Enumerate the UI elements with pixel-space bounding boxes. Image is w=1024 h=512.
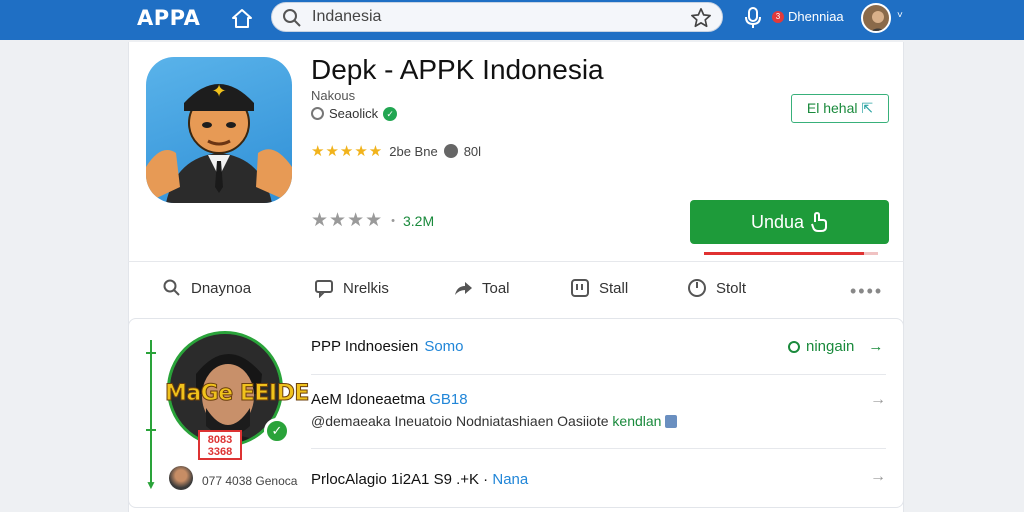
tab-label: Nrelkis bbox=[343, 279, 389, 297]
tab-2[interactable]: Toal bbox=[453, 278, 510, 298]
svg-text:✦: ✦ bbox=[211, 81, 226, 102]
row-2-sub-text: @demaeaka Ineuatoio Nodniatashiaen Oasii… bbox=[311, 413, 609, 429]
row-1-title[interactable]: PPP Indnoesien Somo bbox=[311, 338, 464, 355]
search-input[interactable] bbox=[312, 8, 682, 26]
publisher-icon bbox=[311, 107, 324, 120]
divider bbox=[128, 261, 904, 262]
search-icon bbox=[163, 279, 180, 296]
developer-name[interactable]: Nakous bbox=[311, 88, 355, 103]
tab-4[interactable]: Stolt bbox=[687, 278, 746, 298]
row-1-tag[interactable]: Somo bbox=[424, 338, 463, 355]
install-button[interactable]: Undua bbox=[690, 200, 889, 244]
tab-3[interactable]: Stall bbox=[570, 278, 628, 298]
row-1-action[interactable]: ningain → bbox=[788, 338, 883, 355]
app-store-logo[interactable]: APPA bbox=[137, 6, 200, 30]
star-icon[interactable] bbox=[690, 7, 712, 29]
share-icon bbox=[455, 282, 472, 295]
home-icon[interactable] bbox=[230, 7, 254, 31]
hand-icon bbox=[811, 212, 828, 232]
user-avatar[interactable] bbox=[861, 3, 891, 33]
downloads-count: 3.2M bbox=[403, 212, 435, 229]
row-2-subtitle: @demaeaka Ineuatoio Nodniatashiaen Oasii… bbox=[311, 413, 678, 429]
gold-stars-icon: ★★★★★ bbox=[311, 143, 384, 160]
author-meta: 077 4038 Genoca bbox=[202, 474, 298, 488]
gray-stars-icon: ★★★★ bbox=[311, 210, 384, 231]
mic-icon[interactable] bbox=[745, 6, 761, 30]
row-divider bbox=[311, 374, 886, 375]
author-avatar[interactable] bbox=[169, 466, 193, 490]
stamp-label: 8083 3368 bbox=[198, 430, 242, 460]
search-bar[interactable] bbox=[271, 2, 723, 32]
notification-badge[interactable]: 3 bbox=[772, 11, 784, 23]
row-2-title[interactable]: AeM Idoneaetma GB18 bbox=[311, 391, 468, 408]
top-bar: APPA 3 Dhenniaa ˅ bbox=[0, 0, 1024, 40]
more-icon[interactable]: •••• bbox=[850, 281, 883, 302]
tab-1[interactable]: Nrelkis bbox=[314, 278, 389, 298]
grid-icon bbox=[571, 279, 589, 297]
timeline-tick bbox=[146, 429, 156, 431]
search-icon bbox=[283, 9, 301, 27]
chevron-right-icon[interactable]: → bbox=[870, 391, 886, 409]
tab-label: Dnaynoa bbox=[191, 279, 252, 297]
tab-label: Stall bbox=[599, 279, 629, 297]
clock-icon bbox=[688, 279, 706, 297]
rating-summary: ★★★★★ 2be Bne 80l bbox=[311, 142, 481, 160]
verified-badge-icon: ✓ bbox=[264, 418, 290, 444]
bullet-icon: • bbox=[391, 214, 395, 227]
app-title: Depk - APPK Indonesia bbox=[311, 54, 604, 85]
tab-label: Toal bbox=[482, 279, 510, 297]
timeline-tick bbox=[146, 352, 156, 354]
timeline-arrow-icon: ▼ bbox=[145, 478, 157, 492]
portrait-caption: MaGe EEIDE bbox=[165, 381, 310, 407]
publisher-line: Seaolick ✓ bbox=[311, 106, 398, 121]
publisher-name[interactable]: Seaolick bbox=[329, 106, 378, 121]
timeline-line bbox=[150, 340, 152, 486]
row-3-title[interactable]: PrlocAlagio 1i2A1 S9 .+K · Nana bbox=[311, 471, 528, 488]
install-button-label: Undua bbox=[750, 211, 805, 232]
row-2-name: AeM Idoneaetma bbox=[311, 391, 426, 408]
row-3-tag[interactable]: Nana bbox=[492, 471, 528, 488]
install-progress-fill bbox=[704, 252, 865, 255]
person-icon bbox=[665, 415, 678, 428]
verified-icon: ✓ bbox=[383, 106, 398, 121]
downloads-line: ★★★★ • 3.2M bbox=[311, 209, 434, 232]
row-1-action-label: ningain bbox=[806, 338, 855, 355]
rating-text: 2be Bne bbox=[389, 143, 438, 159]
row-3-name: PrlocAlagio 1i2A1 S9 .+K · bbox=[311, 471, 493, 488]
row-2-tag[interactable]: GB18 bbox=[429, 391, 467, 408]
reviews-count[interactable]: 80l bbox=[464, 144, 481, 159]
tab-0[interactable]: Dnaynoa bbox=[162, 278, 251, 298]
row-1-name: PPP Indnoesien bbox=[311, 338, 419, 355]
install-progress-bar bbox=[704, 252, 878, 255]
user-name[interactable]: Dhenniaa bbox=[788, 9, 844, 24]
share-button-label: El hehal bbox=[806, 100, 858, 116]
share-button[interactable]: El hehal ⇱ bbox=[791, 94, 889, 123]
tab-label: Stolt bbox=[716, 279, 747, 297]
app-icon: ✦ bbox=[146, 57, 292, 203]
chevron-down-icon[interactable]: ˅ bbox=[897, 10, 903, 21]
row-2-sub-link[interactable]: kendlan bbox=[612, 413, 661, 429]
chat-icon bbox=[443, 144, 458, 158]
row-divider bbox=[311, 448, 886, 449]
comment-icon bbox=[315, 280, 333, 298]
arrow-right-icon: → bbox=[868, 338, 884, 355]
chevron-right-icon[interactable]: → bbox=[870, 468, 886, 486]
share-icon: ⇱ bbox=[861, 100, 874, 116]
circle-icon bbox=[788, 340, 800, 353]
